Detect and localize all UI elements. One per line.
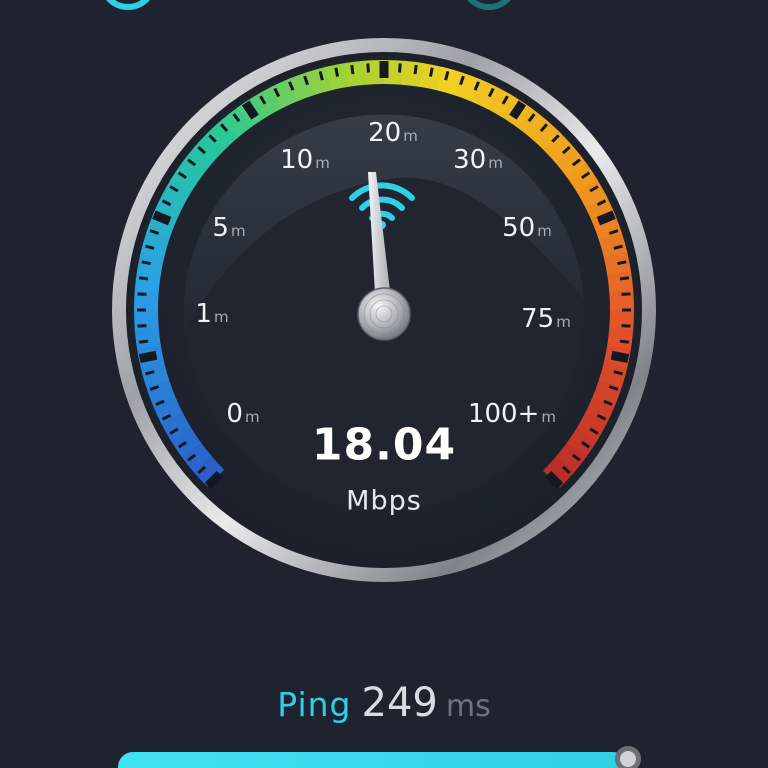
- minor-tick: [398, 63, 402, 73]
- scale-label-10: 10 m: [280, 145, 330, 175]
- gauge-band-segment: [344, 60, 368, 87]
- minor-tick: [141, 260, 151, 266]
- scale-label-1: 1m: [195, 299, 229, 329]
- scale-label-30: 30 m: [453, 145, 503, 175]
- speed-test-screen: 0m 1m 5m 10 m 20 m 30 m 50 m 75 m 100+ m 18.04…: [0, 0, 768, 768]
- minor-tick: [428, 67, 434, 77]
- speed-value: 18.04: [311, 419, 457, 471]
- minor-tick: [137, 292, 147, 296]
- progress-handle[interactable]: [614, 746, 641, 768]
- scale-label-5: 5m: [212, 213, 246, 243]
- speedometer-gauge: [112, 38, 656, 582]
- minor-tick: [138, 276, 149, 281]
- scale-label-75: 75 m: [521, 304, 571, 334]
- scale-label-100-plus: 100+ m: [467, 399, 557, 429]
- test-progress-fill: [118, 752, 628, 768]
- needle-hub: [357, 287, 411, 341]
- ping-unit: ms: [445, 689, 491, 724]
- scale-label-50: 50 m: [502, 213, 552, 243]
- gauge-band-segment: [607, 270, 634, 294]
- minor-tick: [621, 324, 631, 328]
- minor-tick: [350, 64, 355, 75]
- minor-tick: [366, 63, 370, 73]
- speed-unit: Mbps: [346, 485, 422, 517]
- minor-tick: [138, 339, 149, 344]
- minor-tick: [621, 292, 631, 296]
- major-tick: [138, 350, 158, 363]
- minor-tick: [137, 324, 147, 328]
- minor-tick: [334, 67, 340, 77]
- scale-label-0: 0m: [226, 399, 260, 429]
- scale-label-20: 20 m: [368, 118, 418, 148]
- minor-tick: [413, 64, 418, 75]
- ping-readout: Ping 249 ms: [277, 680, 490, 726]
- gauge-band-segment: [134, 326, 161, 350]
- major-tick: [610, 350, 630, 363]
- gauge-band-segment: [609, 310, 634, 331]
- gauge-band-segment: [134, 289, 159, 310]
- minor-tick: [617, 260, 627, 266]
- minor-tick: [619, 276, 630, 281]
- major-tick: [596, 210, 616, 226]
- ping-value: 249: [361, 680, 438, 726]
- ping-label: Ping: [277, 685, 352, 724]
- test-progress-bar: [118, 746, 641, 768]
- major-tick: [152, 210, 172, 226]
- minor-tick: [619, 339, 630, 344]
